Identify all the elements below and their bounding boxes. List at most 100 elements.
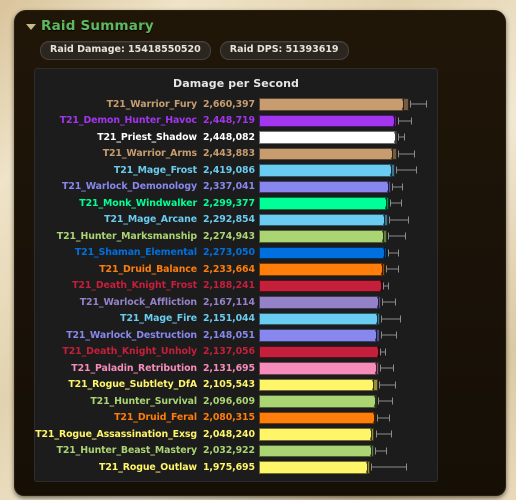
- chart-bar-tail: [371, 428, 374, 441]
- chart-bar-area: [259, 459, 437, 476]
- chart-row[interactable]: T21_Warrior_Fury2,660,397: [35, 96, 437, 113]
- chart-row[interactable]: T21_Shaman_Elemental2,273,050: [35, 245, 437, 262]
- chart-bar-area: [259, 96, 437, 113]
- chart-error-bar-inner: [368, 318, 377, 319]
- chart-row-label: T21_Hunter_Beast_Mastery: [35, 445, 203, 456]
- chart-bar-tail: [382, 263, 385, 276]
- chart-row[interactable]: T21_Hunter_Survival2,096,609: [35, 393, 437, 410]
- chart-bar-tail: [371, 445, 373, 458]
- chart-row-label: T21_Mage_Arcane: [35, 214, 203, 225]
- chart-bar-area: [259, 327, 437, 344]
- chart-bar[interactable]: [259, 131, 397, 144]
- summary-badges: Raid Damage: 15418550520 Raid DPS: 51393…: [14, 34, 506, 60]
- chart-row-label: T21_Priest_Shadow: [35, 132, 203, 143]
- chart-bar-area: [259, 212, 437, 229]
- chart-bar[interactable]: [259, 395, 377, 408]
- chart-bar-area: [259, 311, 437, 328]
- chart-bar[interactable]: [259, 197, 389, 210]
- chart-bar[interactable]: [259, 181, 391, 194]
- chart-bar[interactable]: [259, 148, 397, 161]
- chart-bar[interactable]: [259, 280, 382, 293]
- chart-row[interactable]: T21_Rogue_Outlaw1,975,695: [35, 459, 437, 476]
- chart-row[interactable]: T21_Rogue_Subtlety_DfA2,105,543: [35, 377, 437, 394]
- chart-bar-tail: [395, 131, 397, 144]
- chart-bar[interactable]: [259, 362, 379, 375]
- chart-error-bar-inner: [366, 384, 374, 385]
- chart-bar-tail: [367, 461, 371, 474]
- chart-bar[interactable]: [259, 296, 381, 309]
- chart-bar-tail: [378, 296, 382, 309]
- chart-bar-fill: [259, 263, 382, 276]
- chart-row-value: 2,148,051: [203, 330, 259, 341]
- chart-bar-fill: [259, 296, 378, 309]
- chart-error-bar-outer: [396, 170, 416, 171]
- chart-bar[interactable]: [259, 445, 374, 458]
- chart-bar[interactable]: [259, 164, 395, 177]
- chart-bar[interactable]: [259, 379, 378, 392]
- chart-error-bar-inner: [368, 401, 375, 402]
- chart-row[interactable]: T21_Death_Knight_Frost2,188,241: [35, 278, 437, 295]
- chart-row-label: T21_Druid_Balance: [35, 264, 203, 275]
- chart-error-bar-outer: [398, 153, 415, 154]
- chart-row-value: 2,274,943: [203, 231, 259, 242]
- chart-row[interactable]: T21_Hunter_Marksmanship2,274,943: [35, 228, 437, 245]
- chart-error-bar-outer: [381, 318, 401, 319]
- chart-error-bar-inner: [382, 153, 392, 154]
- chart-row-label: T21_Shaman_Elemental: [35, 247, 203, 258]
- chart-row[interactable]: T21_Warlock_Destruction2,148,051: [35, 327, 437, 344]
- chart-error-bar-inner: [378, 203, 386, 204]
- chart-bar[interactable]: [259, 263, 385, 276]
- chart-bar[interactable]: [259, 247, 387, 260]
- chart-error-bar-outer: [371, 467, 407, 468]
- chart-row[interactable]: T21_Death_Knight_Unholy2,137,056: [35, 344, 437, 361]
- chart-row[interactable]: T21_Druid_Balance2,233,664: [35, 261, 437, 278]
- chart-bar[interactable]: [259, 412, 376, 425]
- chart-row-value: 2,105,543: [203, 379, 259, 390]
- chart-bar-fill: [259, 412, 374, 425]
- chart-row[interactable]: T21_Druid_Feral2,080,315: [35, 410, 437, 427]
- chart-row[interactable]: T21_Warrior_Arms2,443,883: [35, 146, 437, 163]
- chart-bar-area: [259, 294, 437, 311]
- caret-down-icon[interactable]: [26, 24, 36, 30]
- section-header-raid-summary[interactable]: Raid Summary: [14, 10, 506, 34]
- chart-row[interactable]: T21_Warlock_Affliction2,167,114: [35, 294, 437, 311]
- chart-row[interactable]: T21_Mage_Fire2,151,044: [35, 311, 437, 328]
- chart-row[interactable]: T21_Mage_Frost2,419,086: [35, 162, 437, 179]
- chart-bar[interactable]: [259, 230, 387, 243]
- chart-row-value: 2,137,056: [203, 346, 259, 357]
- chart-row[interactable]: T21_Priest_Shadow2,448,082: [35, 129, 437, 146]
- chart-row[interactable]: T21_Hunter_Beast_Mastery2,032,922: [35, 443, 437, 460]
- chart-bar-tail: [378, 346, 380, 359]
- dps-chart-card: Damage per Second T21_Warrior_Fury2,660,…: [34, 68, 438, 482]
- chart-bar-area: [259, 278, 437, 295]
- chart-row-label: T21_Warrior_Fury: [35, 99, 203, 110]
- chart-bar[interactable]: [259, 313, 380, 326]
- chart-bar[interactable]: [259, 461, 370, 474]
- chart-error-bar-outer: [382, 302, 396, 303]
- chart-bar[interactable]: [259, 115, 397, 128]
- chart-row[interactable]: T21_Monk_Windwalker2,299,377: [35, 195, 437, 212]
- chart-row-value: 2,299,377: [203, 198, 259, 209]
- chart-bar[interactable]: [259, 346, 379, 359]
- chart-bar[interactable]: [259, 428, 375, 441]
- chart-error-bar-outer: [389, 219, 409, 220]
- chart-row[interactable]: T21_Paladin_Retribution2,131,695: [35, 360, 437, 377]
- chart-row-value: 2,080,315: [203, 412, 259, 423]
- chart-row[interactable]: T21_Rogue_Assassination_Exsg2,048,240: [35, 426, 437, 443]
- chart-row[interactable]: T21_Demon_Hunter_Havoc2,448,719: [35, 113, 437, 130]
- chart-row-label: T21_Warlock_Demonology: [35, 181, 203, 192]
- chart-bar-fill: [259, 395, 375, 408]
- chart-row[interactable]: T21_Mage_Arcane2,292,854: [35, 212, 437, 229]
- chart-bar[interactable]: [259, 98, 409, 111]
- chart-error-bar-inner: [356, 467, 367, 468]
- chart-error-bar-inner: [380, 252, 385, 253]
- chart-row-value: 2,273,050: [203, 247, 259, 258]
- chart-error-bar-inner: [384, 170, 392, 171]
- chart-bar-area: [259, 377, 437, 394]
- chart-bar-tail: [394, 115, 397, 128]
- chart-bar[interactable]: [259, 329, 380, 342]
- chart-error-bar-outer: [386, 269, 399, 270]
- chart-bar[interactable]: [259, 214, 388, 227]
- chart-row[interactable]: T21_Warlock_Demonology2,337,041: [35, 179, 437, 196]
- chart-row-label: T21_Warlock_Destruction: [35, 330, 203, 341]
